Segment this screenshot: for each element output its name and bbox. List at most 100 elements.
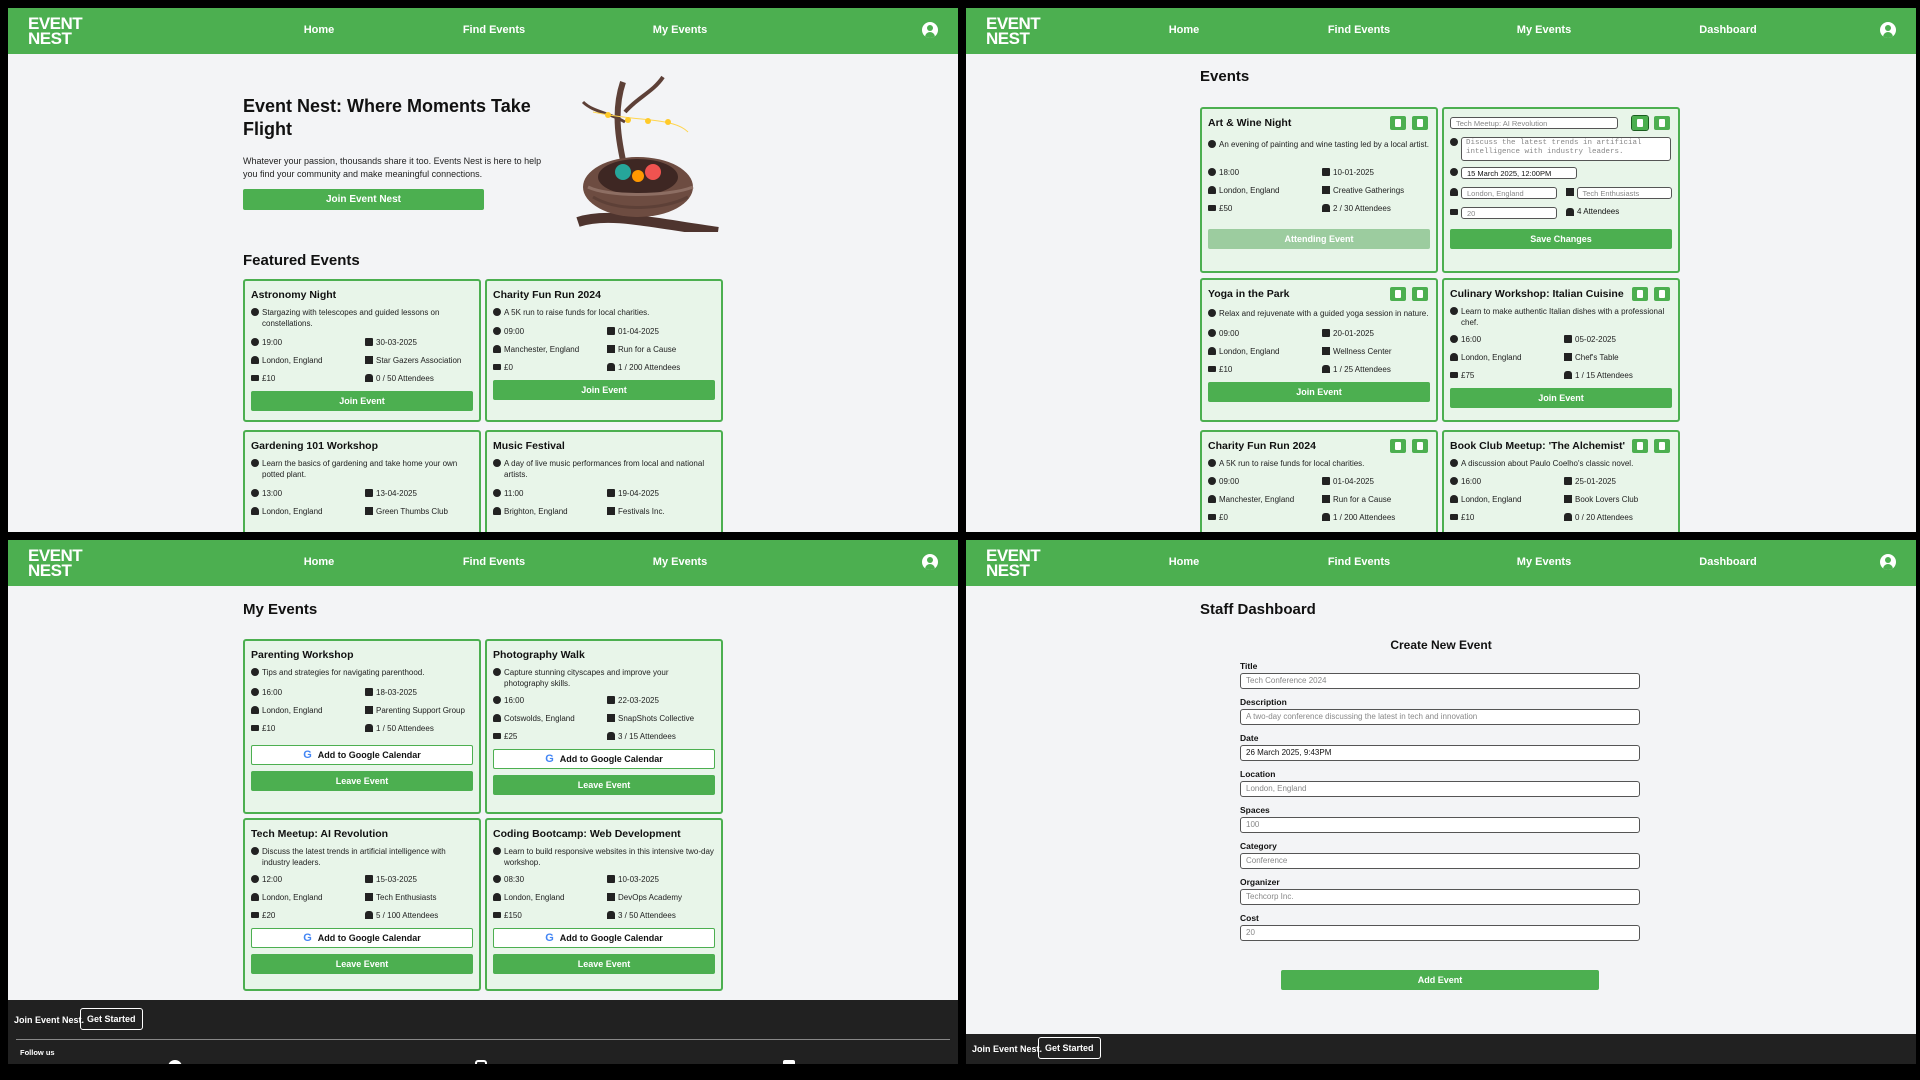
clock-icon xyxy=(251,338,259,346)
nav-home[interactable]: Home xyxy=(304,556,335,568)
nav-my-events[interactable]: My Events xyxy=(1517,556,1571,568)
spaces-input[interactable]: 100 xyxy=(1240,817,1640,833)
save-changes-button[interactable]: Save Changes xyxy=(1450,229,1672,249)
nav-home[interactable]: Home xyxy=(304,24,335,36)
join-event-button[interactable]: Join Event xyxy=(251,391,473,411)
event-location: London, England xyxy=(1461,353,1522,362)
category-input[interactable]: Conference xyxy=(1240,853,1640,869)
user-circle-icon[interactable] xyxy=(922,22,938,38)
clock-icon xyxy=(1450,477,1458,485)
user-circle-icon[interactable] xyxy=(1880,554,1896,570)
trash-icon[interactable] xyxy=(1412,287,1428,301)
event-date: 19-04-2025 xyxy=(618,489,659,498)
description-input[interactable]: A two-day conference discussing the late… xyxy=(1240,709,1640,725)
event-desc: Tips and strategies for navigating paren… xyxy=(262,668,425,677)
nav-my-events[interactable]: My Events xyxy=(653,556,707,568)
add-to-google-calendar-button[interactable]: G Add to Google Calendar xyxy=(493,749,715,769)
form-label: Cost xyxy=(1240,913,1259,923)
edit-date-input[interactable]: 15 March 2025, 12:00PM xyxy=(1461,167,1577,179)
footer-divider xyxy=(16,1039,950,1040)
edit-icon[interactable] xyxy=(1390,439,1406,453)
leave-event-button[interactable]: Leave Event xyxy=(493,775,715,795)
nav-my-events[interactable]: My Events xyxy=(1517,24,1571,36)
trash-icon[interactable] xyxy=(1654,439,1670,453)
logo[interactable]: EVENT NEST xyxy=(28,547,83,579)
calendar-icon xyxy=(365,875,373,883)
leave-event-button[interactable]: Leave Event xyxy=(493,954,715,974)
get-started-button[interactable]: Get Started xyxy=(1038,1037,1101,1059)
nav-my-events[interactable]: My Events xyxy=(653,24,707,36)
nav-find-events[interactable]: Find Events xyxy=(463,556,525,568)
join-event-nest-button[interactable]: Join Event Nest xyxy=(243,189,484,210)
nav-home[interactable]: Home xyxy=(1169,556,1200,568)
event-card: Astronomy Night Stargazing with telescop… xyxy=(243,279,481,422)
trash-icon[interactable] xyxy=(1412,116,1428,130)
logo[interactable]: EVENT NEST xyxy=(986,547,1041,579)
event-date: 10-01-2025 xyxy=(1333,168,1374,177)
nav-home[interactable]: Home xyxy=(1169,24,1200,36)
get-started-button[interactable]: Get Started xyxy=(80,1008,143,1030)
trash-icon[interactable] xyxy=(1654,116,1670,130)
edit-icon[interactable] xyxy=(1631,115,1649,131)
facebook-icon[interactable] xyxy=(168,1060,182,1064)
event-desc: Discuss the latest trends in artificial … xyxy=(262,847,446,867)
leave-event-button[interactable]: Leave Event xyxy=(251,771,473,791)
edit-icon[interactable] xyxy=(1390,287,1406,301)
event-attendees: 3 / 50 Attendees xyxy=(618,911,676,920)
event-edit-card: Tech Meetup: AI Revolution Discuss the l… xyxy=(1442,107,1680,273)
date-input[interactable]: 26 March 2025, 9:43PM xyxy=(1240,745,1640,761)
title-input[interactable]: Tech Conference 2024 xyxy=(1240,673,1640,689)
logo[interactable]: EVENT NEST xyxy=(28,15,83,47)
join-event-button[interactable]: Join Event xyxy=(493,380,715,400)
building-icon xyxy=(1450,188,1458,196)
add-to-google-calendar-button[interactable]: G Add to Google Calendar xyxy=(251,928,473,948)
logo[interactable]: EVENT NEST xyxy=(986,15,1041,47)
form-label: Date xyxy=(1240,733,1259,743)
nav-find-events[interactable]: Find Events xyxy=(463,24,525,36)
clock-icon xyxy=(1450,168,1458,176)
money-icon xyxy=(1208,205,1216,211)
edit-icon[interactable] xyxy=(1632,439,1648,453)
attending-event-button[interactable]: Attending Event xyxy=(1208,229,1430,249)
nav-find-events[interactable]: Find Events xyxy=(1328,24,1390,36)
add-to-google-calendar-button[interactable]: G Add to Google Calendar xyxy=(493,928,715,948)
edit-icon[interactable] xyxy=(1390,116,1406,130)
edit-cost-input[interactable]: 20 xyxy=(1461,207,1557,219)
location-input[interactable]: London, England xyxy=(1240,781,1640,797)
form-label: Description xyxy=(1240,697,1287,707)
leave-event-button[interactable]: Leave Event xyxy=(251,954,473,974)
event-desc: Learn to make authentic Italian dishes w… xyxy=(1461,307,1665,327)
event-card: Book Club Meetup: 'The Alchemist' A disc… xyxy=(1442,430,1680,532)
nav-dashboard[interactable]: Dashboard xyxy=(1699,556,1756,568)
organizer-icon xyxy=(365,893,373,901)
edit-desc-input[interactable]: Discuss the latest trends in artificial … xyxy=(1461,137,1671,161)
edit-title-input[interactable]: Tech Meetup: AI Revolution xyxy=(1450,117,1618,129)
calendar-icon xyxy=(607,327,615,335)
add-to-google-calendar-button[interactable]: G Add to Google Calendar xyxy=(251,745,473,765)
edit-icon[interactable] xyxy=(1632,287,1648,301)
instagram-icon[interactable] xyxy=(475,1060,487,1064)
money-icon xyxy=(493,364,501,370)
calendar-icon xyxy=(607,875,615,883)
organizer-icon xyxy=(365,507,373,515)
join-event-button[interactable]: Join Event xyxy=(1208,382,1430,402)
my-events-title: My Events xyxy=(243,601,318,618)
cost-input[interactable]: 20 xyxy=(1240,925,1640,941)
trash-icon[interactable] xyxy=(1412,439,1428,453)
google-icon: G xyxy=(545,753,554,765)
x-icon[interactable] xyxy=(783,1060,795,1064)
edit-organizer-input[interactable]: Tech Enthusiasts xyxy=(1576,187,1672,199)
event-location: London, England xyxy=(262,356,323,365)
nav-dashboard[interactable]: Dashboard xyxy=(1699,24,1756,36)
add-event-button[interactable]: Add Event xyxy=(1281,970,1599,990)
trash-icon[interactable] xyxy=(1654,287,1670,301)
organizer-input[interactable]: Techcorp Inc. xyxy=(1240,889,1640,905)
event-card: Art & Wine Night An evening of painting … xyxy=(1200,107,1438,273)
edit-location-input[interactable]: London, England xyxy=(1461,187,1557,199)
join-event-button[interactable]: Join Event xyxy=(1450,388,1672,408)
user-circle-icon[interactable] xyxy=(922,554,938,570)
money-icon xyxy=(251,725,259,731)
user-circle-icon[interactable] xyxy=(1880,22,1896,38)
form-label: Location xyxy=(1240,769,1276,779)
nav-find-events[interactable]: Find Events xyxy=(1328,556,1390,568)
